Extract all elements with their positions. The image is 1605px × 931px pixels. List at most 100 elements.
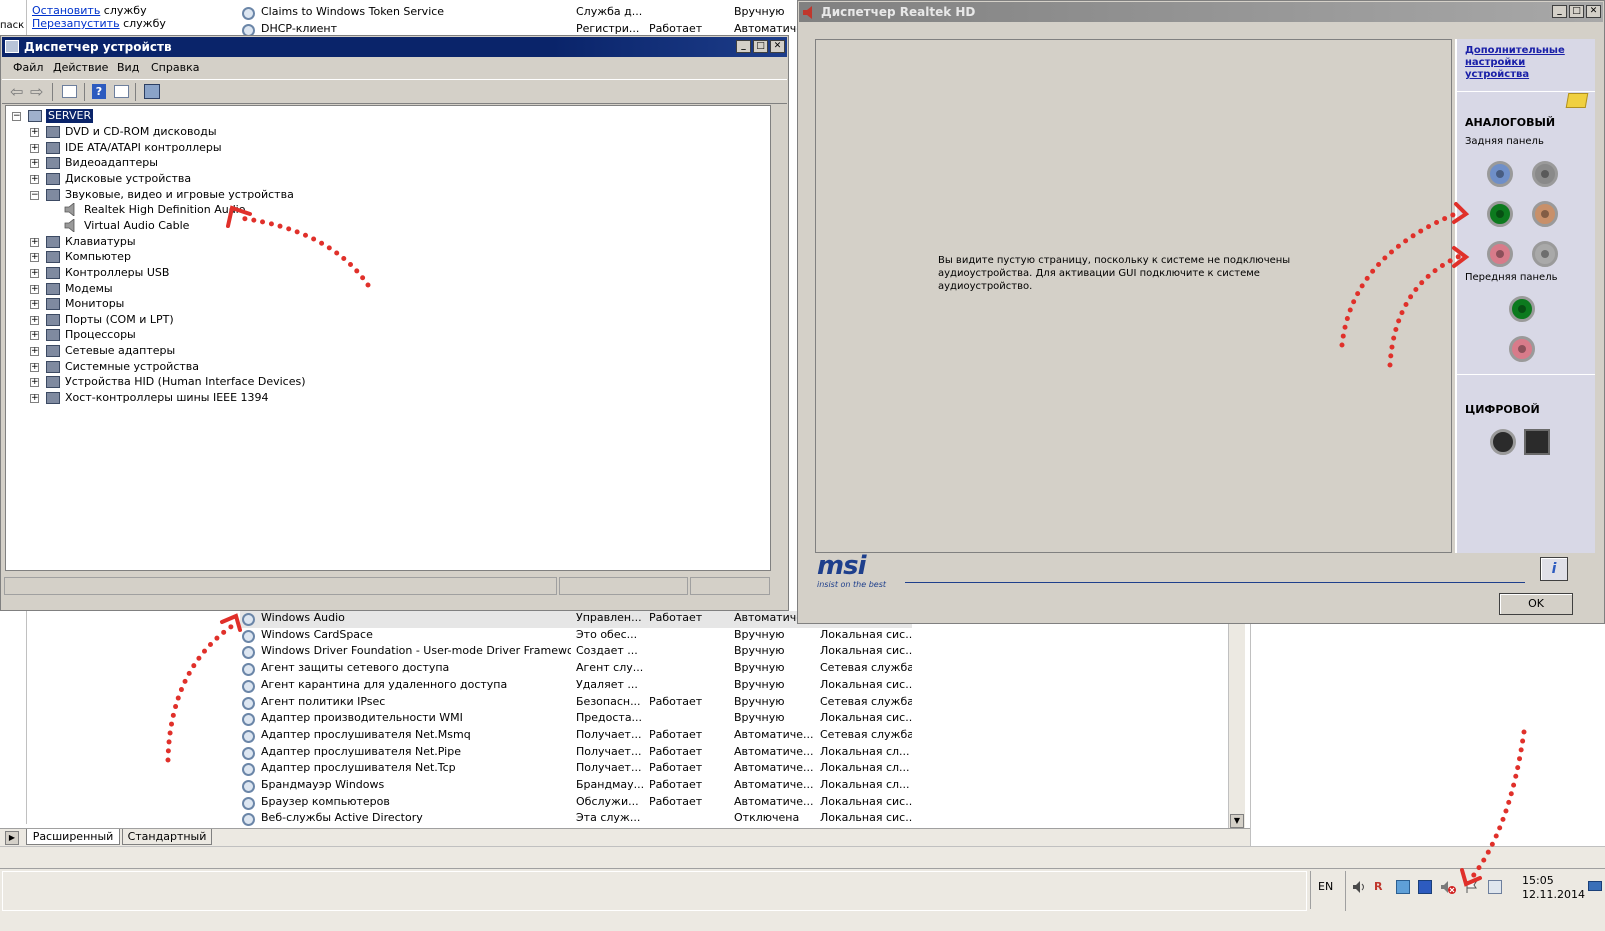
expand-icon[interactable]: +: [30, 300, 39, 310]
service-logon: Локальная сис...: [820, 677, 912, 691]
language-indicator[interactable]: EN: [1318, 880, 1333, 893]
device-category-icon: [46, 392, 60, 405]
rear-jack-silver-icon[interactable]: [1532, 241, 1558, 267]
close-button[interactable]: ✕: [770, 40, 785, 53]
expand-icon[interactable]: +: [30, 159, 39, 169]
maximize-button[interactable]: □: [753, 40, 768, 53]
network-tray-icon[interactable]: [1396, 880, 1410, 894]
clock-date[interactable]: 12.11.2014: [1522, 888, 1585, 901]
service-row[interactable]: Веб-службы Active Directory Эта служ... От…: [242, 811, 912, 828]
service-gear-icon: [242, 780, 255, 793]
analog-heading: АНАЛОГОВЫЙ: [1465, 116, 1556, 129]
device-category-icon: [46, 251, 60, 264]
action-center-flag-icon[interactable]: [1465, 880, 1479, 894]
realtek-tray-icon[interactable]: R: [1374, 880, 1388, 894]
minimize-button[interactable]: _: [736, 40, 751, 53]
left-pane-cut-text: паск: [0, 20, 25, 31]
service-gear-icon: [242, 663, 255, 677]
tab-extended[interactable]: Расширенный: [26, 829, 120, 845]
tree-category-label: Видеоадаптеры: [65, 156, 158, 170]
service-startup: Автоматиче...: [734, 778, 814, 791]
service-row[interactable]: Адаптер производительности WMI Предоста..…: [242, 711, 912, 728]
expand-icon[interactable]: +: [30, 315, 39, 325]
optical-port-icon[interactable]: [1524, 429, 1550, 455]
expand-icon[interactable]: +: [30, 347, 39, 357]
service-row[interactable]: Браузер компьютеров Обслужи... Работает Авт…: [242, 795, 912, 812]
front-jack-pink-icon[interactable]: [1509, 336, 1535, 362]
service-startup: Вручную: [734, 711, 785, 725]
menu-action[interactable]: Действие: [53, 58, 108, 78]
collapse-icon[interactable]: −: [30, 190, 39, 200]
console-tree-icon[interactable]: [62, 85, 77, 98]
expand-icon[interactable]: +: [30, 253, 39, 263]
menu-help[interactable]: Справка: [151, 58, 199, 78]
service-row[interactable]: Адаптер прослушивателя Net.Tcp Получает..…: [242, 761, 912, 778]
expand-icon[interactable]: +: [30, 268, 39, 278]
back-arrow-icon[interactable]: ⇦: [10, 84, 23, 100]
folder-icon[interactable]: [1565, 93, 1589, 108]
expand-icon[interactable]: +: [30, 331, 39, 341]
service-desc: Удаляет ...: [576, 677, 638, 691]
rear-jack-gray-icon[interactable]: [1532, 161, 1558, 187]
collapse-icon[interactable]: −: [12, 112, 21, 121]
show-desktop-icon[interactable]: [1588, 881, 1602, 891]
expand-icon[interactable]: +: [30, 284, 39, 294]
realtek-minimize-button[interactable]: _: [1552, 5, 1567, 18]
expand-icon[interactable]: +: [30, 237, 39, 247]
clock-time[interactable]: 15:05: [1522, 874, 1554, 887]
service-row[interactable]: Агент политики IPsec Безопасн... Работает В…: [242, 695, 912, 712]
muted-speaker-icon[interactable]: [1440, 880, 1456, 894]
expand-icon[interactable]: +: [30, 378, 39, 388]
service-name: Адаптер производительности WMI: [261, 711, 463, 725]
expand-icon[interactable]: +: [30, 128, 39, 137]
device-category-icon: [46, 172, 60, 185]
realtek-close-button[interactable]: ✕: [1586, 5, 1601, 18]
forward-arrow-icon[interactable]: ⇨: [30, 84, 43, 100]
device-category-icon: [46, 188, 60, 201]
stop-service-link[interactable]: Остановить: [32, 4, 100, 17]
service-gear-icon: [242, 713, 255, 727]
expand-icon[interactable]: +: [30, 174, 39, 184]
tree-child-label: Virtual Audio Cable: [84, 218, 190, 232]
service-row[interactable]: Брандмауэр Windows Брандмау... Работает Авт…: [242, 778, 912, 795]
coaxial-port-icon[interactable]: [1490, 429, 1516, 455]
service-row[interactable]: Windows Driver Foundation - User-mode Dr…: [242, 644, 912, 661]
service-row[interactable]: Windows CardSpace Это обес... Вручную Локал…: [242, 628, 912, 645]
tab-standard[interactable]: Стандартный: [122, 829, 212, 845]
tree-category-label: Модемы: [65, 281, 113, 295]
volume-icon[interactable]: [1352, 880, 1366, 894]
realtek-maximize-button[interactable]: □: [1569, 5, 1584, 18]
rear-jack-green-icon[interactable]: [1487, 201, 1513, 227]
tab-scroll-icon[interactable]: ▶: [5, 831, 19, 845]
service-name: Windows CardSpace: [261, 627, 373, 641]
properties-icon[interactable]: [114, 85, 129, 98]
services-window-top: паск Остановить службу Перезапустить слу…: [0, 0, 814, 37]
service-row[interactable]: Адаптер прослушивателя Net.Pipe Получает.…: [242, 745, 912, 762]
expand-icon[interactable]: +: [30, 143, 39, 153]
scan-hardware-icon[interactable]: [144, 84, 160, 99]
front-jack-green-icon[interactable]: [1509, 296, 1535, 322]
realtek-titlebar[interactable]: Диспетчер Realtek HD _ □ ✕: [799, 2, 1603, 22]
service-row[interactable]: Агент защиты сетевого доступа Агент слу..…: [242, 661, 912, 678]
menu-file[interactable]: Файл: [13, 58, 43, 78]
expand-icon[interactable]: +: [30, 394, 39, 404]
info-icon[interactable]: i: [1540, 557, 1568, 581]
restart-service-link[interactable]: Перезапустить: [32, 17, 120, 30]
advanced-settings-link[interactable]: Дополнительные настройки устройства: [1465, 45, 1590, 81]
rear-jack-pink-icon[interactable]: [1487, 241, 1513, 267]
rear-jack-blue-icon[interactable]: [1487, 161, 1513, 187]
service-row[interactable]: Агент карантина для удаленного доступа Уд…: [242, 678, 912, 695]
service-row[interactable]: Адаптер прослушивателя Net.Msmq Получает.…: [242, 728, 912, 745]
scroll-down-arrow-icon[interactable]: ▼: [1230, 814, 1244, 828]
services-scrollbar[interactable]: ▼: [1228, 606, 1245, 828]
service-gear-icon: [242, 679, 255, 693]
device-manager-window: Диспетчер устройств _ □ ✕ Файл Действие …: [0, 35, 789, 611]
network-status-icon[interactable]: [1488, 880, 1502, 894]
menu-view[interactable]: Вид: [117, 58, 139, 78]
expand-icon[interactable]: +: [30, 362, 39, 372]
security-tray-icon[interactable]: [1418, 880, 1432, 894]
ok-button[interactable]: OK: [1499, 593, 1573, 615]
rear-jack-orange-icon[interactable]: [1532, 201, 1558, 227]
help-icon[interactable]: ?: [92, 84, 106, 99]
device-manager-titlebar[interactable]: Диспетчер устройств _ □ ✕: [2, 37, 787, 57]
